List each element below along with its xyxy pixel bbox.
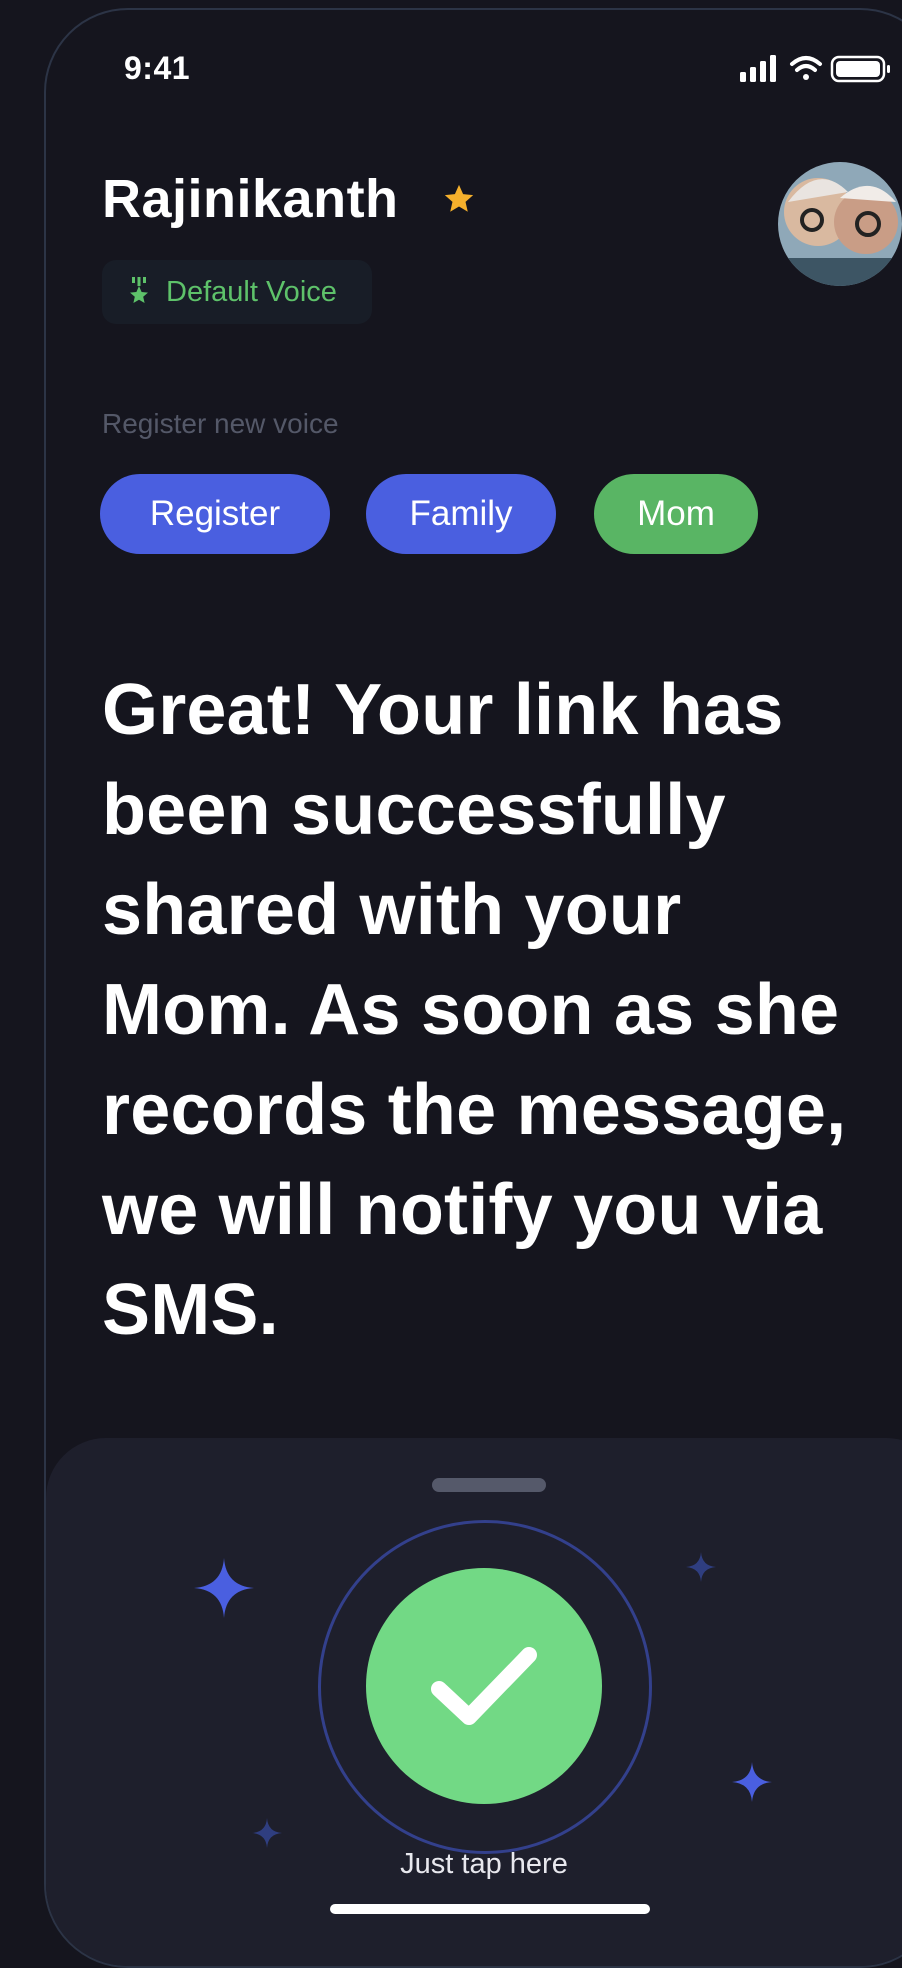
default-voice-label: Default Voice — [166, 275, 337, 308]
status-time: 9:41 — [124, 50, 191, 86]
wifi-icon — [790, 56, 822, 80]
chip-register[interactable]: Register — [100, 474, 330, 554]
tap-button[interactable] — [366, 1568, 602, 1804]
home-indicator — [330, 1904, 650, 1914]
tap-label: Just tap here — [400, 1848, 568, 1880]
bottom-sheet: Just tap here — [46, 1438, 902, 1966]
success-message: Great! Your link has been successfully s… — [102, 670, 847, 1350]
signal-icon — [740, 55, 776, 82]
chip-mom[interactable]: Mom — [594, 474, 758, 554]
sparkle-icon — [194, 1558, 254, 1618]
default-voice-badge[interactable]: Default Voice — [102, 260, 372, 324]
sparkle-icon — [732, 1762, 772, 1802]
phone-screen: 9:41 Rajinikanth Default Voice Register … — [44, 8, 902, 1968]
voice-icon — [130, 277, 148, 303]
chip-family[interactable]: Family — [366, 474, 556, 554]
profile-name: Rajinikanth — [102, 169, 399, 229]
check-icon — [431, 1647, 537, 1725]
avatar[interactable] — [778, 162, 902, 286]
star-icon[interactable] — [442, 182, 476, 221]
sparkle-icon — [686, 1552, 716, 1582]
battery-icon — [830, 55, 890, 83]
sheet-handle[interactable] — [432, 1478, 546, 1492]
register-caption: Register new voice — [102, 408, 339, 439]
sparkle-icon — [252, 1818, 282, 1848]
status-icons — [740, 54, 900, 89]
